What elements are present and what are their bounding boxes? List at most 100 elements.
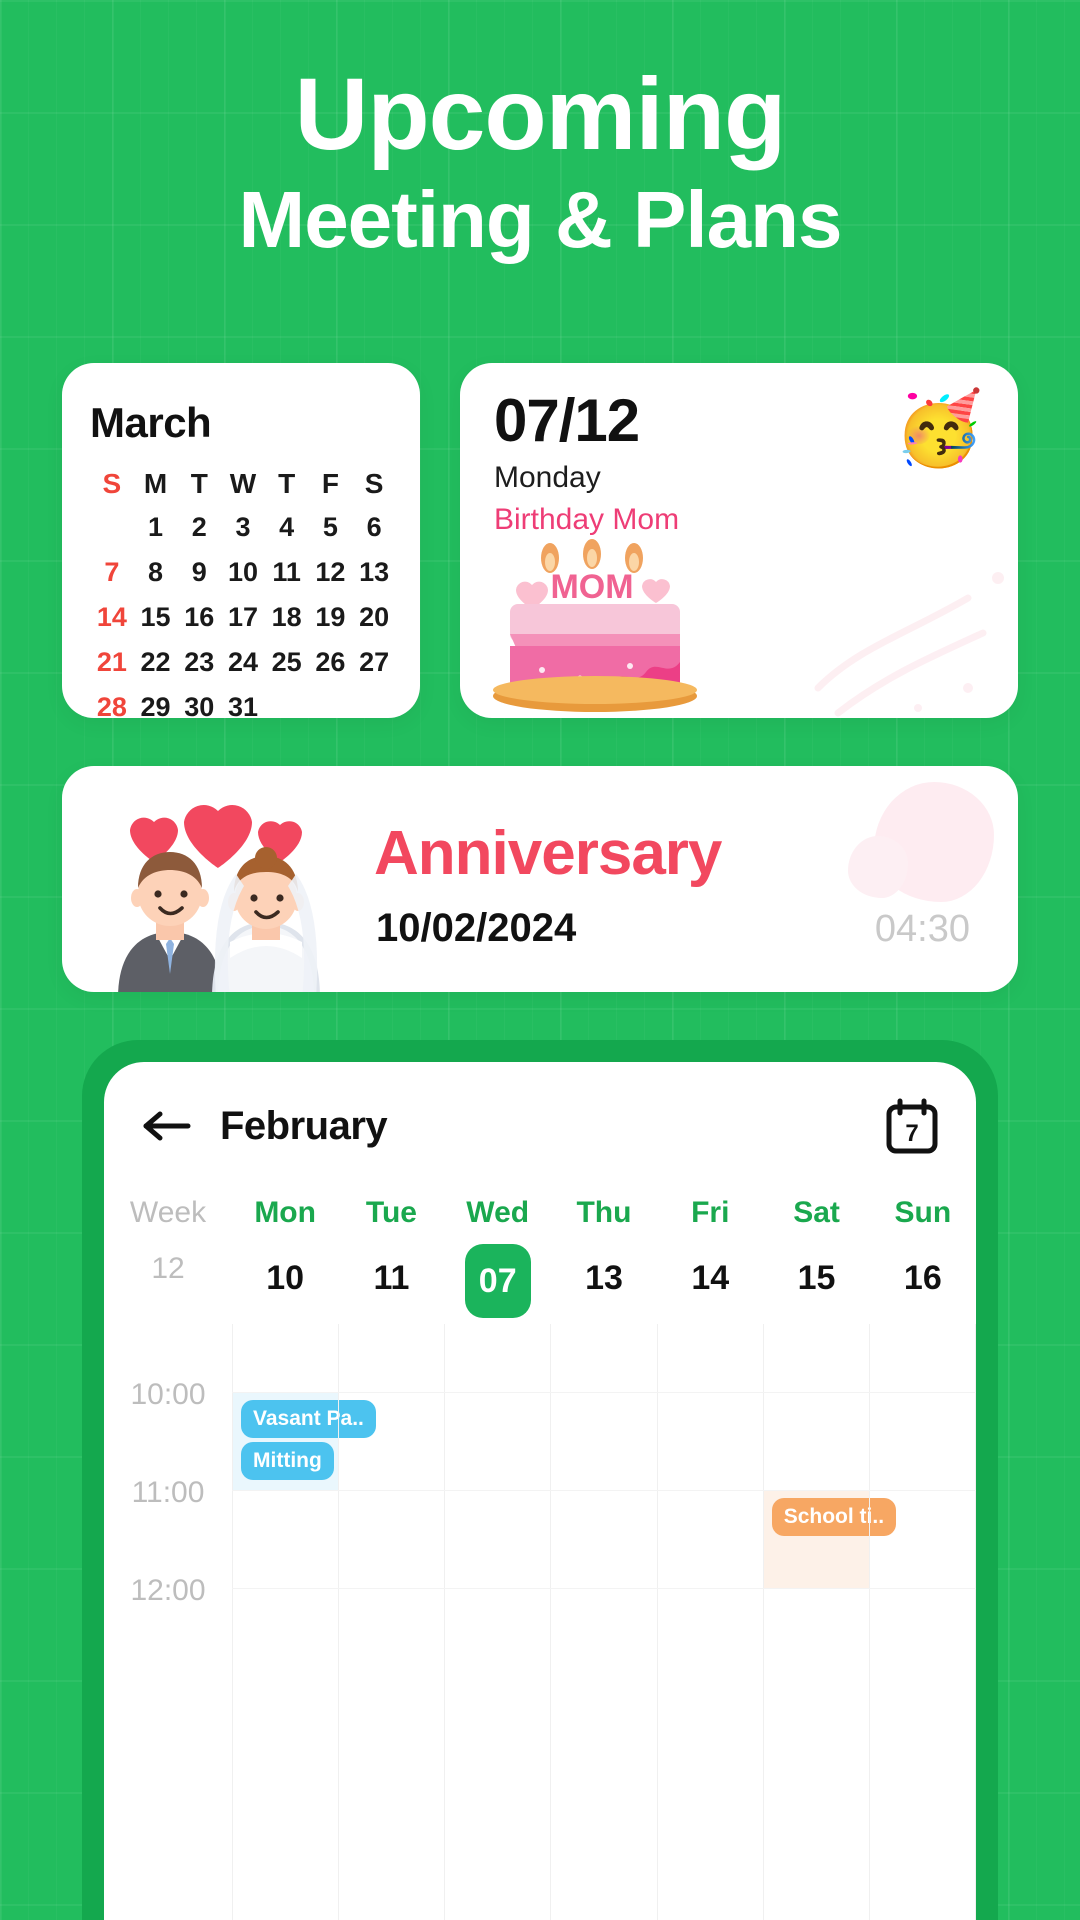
day-columns-header: Mon 10 Tue 11 Wed 07 Thu 13 Fri 14 Sat 1…: [232, 1190, 976, 1318]
day-name: Sat: [793, 1196, 840, 1229]
weekday-header: W: [229, 468, 257, 499]
day-columns[interactable]: Vasant Pa.. Mitting School ti..: [232, 1324, 976, 1920]
partying-face-icon: 🥳: [894, 389, 984, 469]
day-cell[interactable]: 10: [221, 550, 265, 595]
day-cell[interactable]: 24: [221, 640, 265, 685]
day-name: Mon: [254, 1196, 316, 1229]
day-cell[interactable]: 29: [134, 685, 178, 718]
day-name: Sun: [894, 1196, 952, 1229]
day-cell[interactable]: 8: [134, 550, 178, 595]
day-column-thu[interactable]: Thu 13: [551, 1190, 657, 1318]
hour-divider: [232, 1490, 976, 1491]
grid-col-thu[interactable]: [550, 1324, 656, 1920]
grid-col-tue[interactable]: [338, 1324, 444, 1920]
day-cell[interactable]: [309, 685, 353, 718]
day-cell[interactable]: [265, 685, 309, 718]
month-calendar-widget[interactable]: March S M T W T F S 1 2 3 4 5 6 7 8 9 10…: [62, 363, 420, 718]
day-cell[interactable]: 25: [265, 640, 309, 685]
day-cell[interactable]: 26: [309, 640, 353, 685]
widget-row: March S M T W T F S 1 2 3 4 5 6 7 8 9 10…: [62, 363, 1018, 718]
day-column-sun[interactable]: Sun 16: [870, 1190, 976, 1318]
page-title-line2: Meeting & Plans: [238, 175, 843, 265]
calendar-week-row: 14 15 16 17 18 19 20: [90, 595, 396, 640]
weekday-header: F: [321, 468, 339, 499]
svg-text:MOM: MOM: [550, 568, 633, 606]
day-cell[interactable]: 28: [90, 685, 134, 718]
anniversary-widget[interactable]: Anniversary 10/02/2024 04:30: [62, 766, 1018, 992]
hour-label: 10:00: [130, 1378, 206, 1411]
day-cell[interactable]: 16: [177, 595, 221, 640]
day-cell[interactable]: 17: [221, 595, 265, 640]
calendar-icon-day: 7: [905, 1120, 918, 1147]
day-cell[interactable]: 20: [352, 595, 396, 640]
week-number: 12: [151, 1252, 185, 1285]
day-cell[interactable]: 31: [221, 685, 265, 718]
grid-col-wed[interactable]: [444, 1324, 550, 1920]
calendar-week-row: 1 2 3 4 5 6: [90, 505, 396, 550]
birthday-note: Birthday Mom: [494, 503, 680, 536]
week-number-column: Week 12: [104, 1190, 232, 1318]
day-cell[interactable]: 15: [134, 595, 178, 640]
day-cell[interactable]: 21: [90, 640, 134, 685]
hour-divider: [232, 1392, 976, 1393]
day-cell[interactable]: 11: [265, 550, 309, 595]
anniversary-title: Anniversary: [374, 819, 722, 888]
day-cell[interactable]: 19: [309, 595, 353, 640]
day-name: Thu: [576, 1196, 632, 1229]
day-cell[interactable]: 12: [309, 550, 353, 595]
day-cell[interactable]: 13: [352, 550, 396, 595]
day-name: Fri: [691, 1196, 730, 1229]
month-grid[interactable]: S M T W T F S 1 2 3 4 5 6 7 8 9 10 11 12…: [90, 463, 396, 718]
week-time-grid[interactable]: 10:00 11:00 12:00 Vasant Pa.. Mitting Sc…: [104, 1324, 976, 1920]
day-column-wed[interactable]: Wed 07: [445, 1190, 551, 1318]
day-cell[interactable]: 27: [352, 640, 396, 685]
day-column-fri[interactable]: Fri 14: [657, 1190, 763, 1318]
day-column-mon[interactable]: Mon 10: [232, 1190, 338, 1318]
decorative-blob-small: [848, 836, 908, 898]
day-number: 13: [585, 1259, 623, 1297]
day-cell[interactable]: 3: [221, 505, 265, 550]
app-topbar: February 7: [104, 1062, 976, 1190]
day-name: Tue: [365, 1196, 417, 1229]
page-header: Upcoming Meeting & Plans: [0, 62, 1080, 264]
day-column-tue[interactable]: Tue 11: [338, 1190, 444, 1318]
day-cell[interactable]: [90, 505, 134, 550]
weekday-header: S: [364, 468, 384, 499]
day-cell[interactable]: 30: [177, 685, 221, 718]
hour-label: 12:00: [130, 1574, 206, 1607]
day-cell[interactable]: 9: [177, 550, 221, 595]
day-column-sat[interactable]: Sat 15: [763, 1190, 869, 1318]
back-arrow-icon[interactable]: [140, 1106, 194, 1146]
hour-label: 11:00: [131, 1476, 205, 1509]
week-label: Week: [129, 1196, 207, 1229]
wedding-couple-icon: [118, 847, 320, 992]
day-cell[interactable]: 6: [352, 505, 396, 550]
event-chip[interactable]: Mitting: [241, 1442, 334, 1480]
day-cell[interactable]: 7: [90, 550, 134, 595]
day-cell[interactable]: 4: [265, 505, 309, 550]
day-cell[interactable]: 5: [309, 505, 353, 550]
grid-col-sun[interactable]: [868, 1324, 976, 1920]
grid-col-sat[interactable]: School ti..: [762, 1324, 897, 1920]
day-cell[interactable]: [352, 685, 396, 718]
birthday-widget[interactable]: 07/12 Monday Birthday Mom 🥳 MOM: [460, 363, 1018, 718]
day-cell[interactable]: 14: [90, 595, 134, 640]
phone-mockup: February 7 Week 12 Mon 10 Tue 11 Wed 07 …: [82, 1040, 998, 1920]
calendar-month-label: March: [90, 399, 212, 446]
day-cell[interactable]: 22: [134, 640, 178, 685]
weekday-header: T: [190, 468, 208, 499]
weekday-header: S: [102, 468, 122, 499]
calendar-icon[interactable]: 7: [884, 1097, 940, 1155]
weekday-header: M: [143, 468, 168, 499]
day-cell[interactable]: 2: [177, 505, 221, 550]
hour-gutter: 10:00 11:00 12:00: [104, 1324, 232, 1920]
hour-divider: [232, 1588, 976, 1589]
day-cell[interactable]: 1: [134, 505, 178, 550]
calendar-week-row: 21 22 23 24 25 26 27: [90, 640, 396, 685]
page-title-line1: Upcoming: [294, 57, 787, 171]
day-cell[interactable]: 18: [265, 595, 309, 640]
grid-col-fri[interactable]: [656, 1324, 763, 1920]
day-cell[interactable]: 23: [177, 640, 221, 685]
day-number: 16: [903, 1259, 942, 1297]
grid-col-mon[interactable]: Vasant Pa.. Mitting: [232, 1324, 376, 1920]
